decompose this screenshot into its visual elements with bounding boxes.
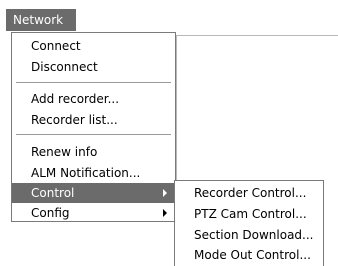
menu-item-add-recorder[interactable]: Add recorder...: [12, 89, 175, 109]
submenu-item-ptz-cam-control[interactable]: PTZ Cam Control...: [175, 204, 323, 224]
menu-item-renew-info[interactable]: Renew info: [12, 142, 175, 162]
menu-item-alm-notification[interactable]: ALM Notification...: [12, 163, 175, 183]
menu-item-disconnect[interactable]: Disconnect: [12, 57, 175, 77]
menu-item-config[interactable]: Config: [12, 203, 175, 223]
menu-item-control[interactable]: Control: [12, 183, 175, 203]
submenu-item-label: Recorder Control...: [194, 186, 307, 200]
submenu-item-mode-out-control[interactable]: Mode Out Control...: [175, 245, 323, 265]
submenu-item-recorder-control[interactable]: Recorder Control...: [175, 183, 323, 203]
menu-item-label: Recorder list...: [31, 113, 118, 127]
submenu-arrow-icon: [163, 209, 167, 217]
menu-separator: [16, 134, 171, 136]
submenu-item-section-download[interactable]: Section Download...: [175, 225, 323, 245]
menu-item-label: Connect: [31, 39, 81, 53]
menu-item-label: Renew info: [31, 145, 98, 159]
menu-item-connect[interactable]: Connect: [12, 36, 175, 56]
menu-network-label: Network: [13, 13, 64, 27]
menu-item-label: ALM Notification...: [31, 166, 141, 180]
control-submenu: Recorder Control... PTZ Cam Control... S…: [174, 180, 324, 266]
submenu-item-label: PTZ Cam Control...: [194, 207, 307, 221]
network-dropdown-menu: Connect Disconnect Add recorder... Recor…: [11, 32, 176, 222]
menu-item-label: Config: [31, 206, 70, 220]
submenu-arrow-icon: [163, 189, 167, 197]
menu-item-label: Control: [31, 186, 75, 200]
menu-item-recorder-list[interactable]: Recorder list...: [12, 110, 175, 130]
submenu-item-label: Section Download...: [194, 228, 314, 242]
menu-item-label: Disconnect: [31, 60, 98, 74]
menu-item-label: Add recorder...: [31, 92, 120, 106]
menu-separator: [16, 82, 171, 84]
submenu-item-label: Mode Out Control...: [194, 248, 311, 262]
menu-network[interactable]: Network: [6, 9, 76, 31]
